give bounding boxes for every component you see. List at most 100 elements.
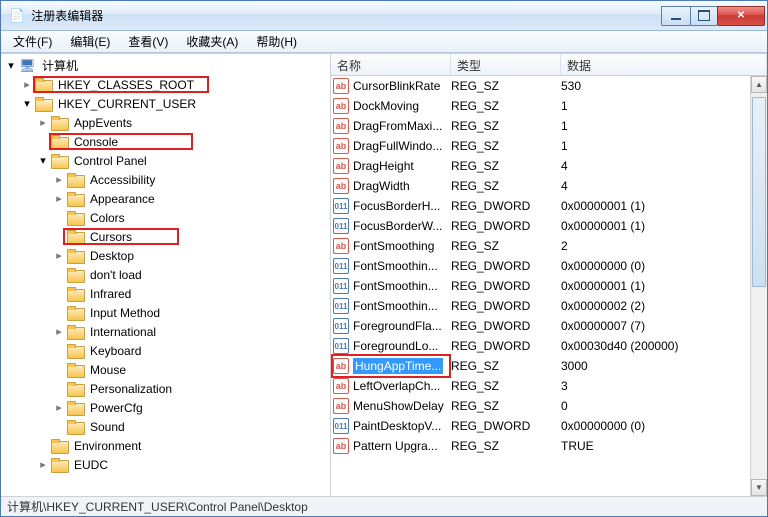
tree-label: Sound: [87, 419, 128, 435]
string-value-icon: [333, 78, 349, 94]
scroll-thumb[interactable]: [752, 97, 766, 287]
list-row[interactable]: Pattern Upgra...REG_SZTRUE: [331, 436, 750, 456]
close-button[interactable]: [717, 6, 765, 26]
expander-icon[interactable]: ▸: [21, 79, 33, 91]
expander-icon[interactable]: ▸: [37, 459, 49, 471]
menu-favorites[interactable]: 收藏夹(A): [178, 31, 246, 52]
scroll-up-button[interactable]: ▲: [751, 76, 767, 93]
expander-icon[interactable]: ▸: [53, 326, 65, 338]
tree-sound[interactable]: Sound: [1, 417, 330, 436]
menu-view[interactable]: 查看(V): [120, 31, 176, 52]
tree-label: Colors: [87, 210, 128, 226]
list-row[interactable]: HungAppTime...REG_SZ3000: [331, 356, 750, 376]
list-row[interactable]: DockMovingREG_SZ1: [331, 96, 750, 116]
list-row[interactable]: FontSmoothin...REG_DWORD0x00000002 (2): [331, 296, 750, 316]
tree-hkcu[interactable]: ▾HKEY_CURRENT_USER: [1, 94, 330, 113]
value-type: REG_SZ: [451, 239, 561, 253]
expander-icon[interactable]: [53, 364, 65, 376]
list-row[interactable]: DragFromMaxi...REG_SZ1: [331, 116, 750, 136]
expander-icon[interactable]: ▸: [37, 117, 49, 129]
scroll-down-button[interactable]: ▼: [751, 479, 767, 496]
list-row[interactable]: FontSmoothin...REG_DWORD0x00000000 (0): [331, 256, 750, 276]
tree-label: Mouse: [87, 362, 129, 378]
tree-label: Infrared: [87, 286, 134, 302]
tree-pane[interactable]: ▾计算机▸HKEY_CLASSES_ROOT▾HKEY_CURRENT_USER…: [1, 54, 331, 496]
tree-root[interactable]: ▾计算机: [1, 56, 330, 75]
column-name[interactable]: 名称: [331, 54, 451, 75]
tree-dontload[interactable]: don't load: [1, 265, 330, 284]
expander-icon[interactable]: [53, 383, 65, 395]
expander-icon[interactable]: [53, 212, 65, 224]
title-bar[interactable]: 📄 注册表编辑器: [1, 1, 767, 31]
value-type: REG_SZ: [451, 439, 561, 453]
expander-icon[interactable]: [53, 421, 65, 433]
expander-icon[interactable]: ▾: [21, 98, 33, 110]
list-row[interactable]: ForegroundLo...REG_DWORD0x00030d40 (2000…: [331, 336, 750, 356]
list-row[interactable]: DragHeightREG_SZ4: [331, 156, 750, 176]
list-row[interactable]: MenuShowDelayREG_SZ0: [331, 396, 750, 416]
tree-colors[interactable]: Colors: [1, 208, 330, 227]
expander-icon[interactable]: [37, 136, 49, 148]
expander-icon[interactable]: [53, 231, 65, 243]
value-data: 0: [561, 399, 750, 413]
tree-environment[interactable]: Environment: [1, 436, 330, 455]
list-row[interactable]: FontSmoothingREG_SZ2: [331, 236, 750, 256]
expander-icon[interactable]: [53, 288, 65, 300]
folder-icon: [67, 268, 83, 282]
tree-label: AppEvents: [71, 115, 135, 131]
menu-file[interactable]: 文件(F): [5, 31, 60, 52]
dword-value-icon: [333, 318, 349, 334]
list-row[interactable]: CursorBlinkRateREG_SZ530: [331, 76, 750, 96]
tree-desktop[interactable]: ▸Desktop: [1, 246, 330, 265]
maximize-button[interactable]: [690, 6, 718, 26]
tree-cursors[interactable]: Cursors: [1, 227, 330, 246]
listview-body[interactable]: CursorBlinkRateREG_SZ530DockMovingREG_SZ…: [331, 76, 767, 496]
tree-accessibility[interactable]: ▸Accessibility: [1, 170, 330, 189]
tree-inputmethod[interactable]: Input Method: [1, 303, 330, 322]
list-row[interactable]: DragWidthREG_SZ4: [331, 176, 750, 196]
column-data[interactable]: 数据: [561, 54, 767, 75]
tree-controlpanel[interactable]: ▾Control Panel: [1, 151, 330, 170]
tree-appevents[interactable]: ▸ AppEvents: [1, 113, 330, 132]
tree-international[interactable]: ▸International: [1, 322, 330, 341]
tree-appearance[interactable]: ▸Appearance: [1, 189, 330, 208]
vertical-scrollbar[interactable]: ▲ ▼: [750, 76, 767, 496]
value-name: DockMoving: [353, 99, 419, 113]
value-data: 4: [561, 159, 750, 173]
folder-icon: [67, 230, 83, 244]
expander-icon[interactable]: [37, 440, 49, 452]
expander-icon[interactable]: ▸: [53, 193, 65, 205]
list-row[interactable]: LeftOverlapCh...REG_SZ3: [331, 376, 750, 396]
window-title: 注册表编辑器: [31, 7, 662, 24]
list-row[interactable]: FocusBorderH...REG_DWORD0x00000001 (1): [331, 196, 750, 216]
expander-icon[interactable]: ▾: [37, 155, 49, 167]
list-row[interactable]: ForegroundFla...REG_DWORD0x00000007 (7): [331, 316, 750, 336]
list-row[interactable]: FontSmoothin...REG_DWORD0x00000001 (1): [331, 276, 750, 296]
tree-personalization[interactable]: Personalization: [1, 379, 330, 398]
list-row[interactable]: DragFullWindo...REG_SZ1: [331, 136, 750, 156]
dword-value-icon: [333, 218, 349, 234]
tree-mouse[interactable]: Mouse: [1, 360, 330, 379]
tree-powercfg[interactable]: ▸PowerCfg: [1, 398, 330, 417]
list-row[interactable]: FocusBorderW...REG_DWORD0x00000001 (1): [331, 216, 750, 236]
column-type[interactable]: 类型: [451, 54, 561, 75]
list-row[interactable]: PaintDesktopV...REG_DWORD0x00000000 (0): [331, 416, 750, 436]
menu-help[interactable]: 帮助(H): [248, 31, 305, 52]
expander-icon[interactable]: [53, 345, 65, 357]
tree-label: Keyboard: [87, 343, 144, 359]
value-type: REG_SZ: [451, 79, 561, 93]
tree-hkcr[interactable]: ▸HKEY_CLASSES_ROOT: [1, 75, 330, 94]
tree-keyboard[interactable]: Keyboard: [1, 341, 330, 360]
menu-edit[interactable]: 编辑(E): [62, 31, 118, 52]
expander-icon[interactable]: [53, 269, 65, 281]
expander-icon[interactable]: ▾: [5, 60, 17, 72]
expander-icon[interactable]: ▸: [53, 402, 65, 414]
value-name: FontSmoothin...: [353, 299, 438, 313]
expander-icon[interactable]: [53, 307, 65, 319]
expander-icon[interactable]: ▸: [53, 174, 65, 186]
expander-icon[interactable]: ▸: [53, 250, 65, 262]
tree-console[interactable]: Console: [1, 132, 330, 151]
tree-infrared[interactable]: Infrared: [1, 284, 330, 303]
minimize-button[interactable]: [661, 6, 691, 26]
tree-eudc[interactable]: ▸EUDC: [1, 455, 330, 474]
